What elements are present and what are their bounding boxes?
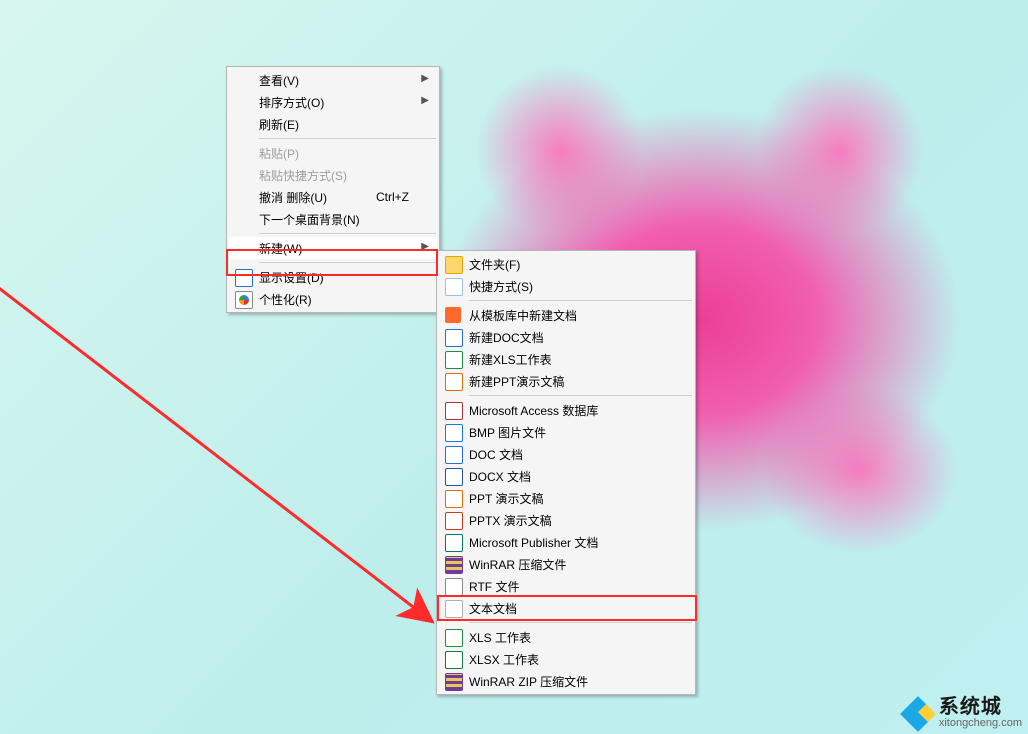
menu-item-label: 新建DOC文档 <box>469 329 665 346</box>
context-menu-item-12[interactable]: 个性化(R) <box>229 288 437 310</box>
new-submenu-item-21[interactable]: WinRAR ZIP 压缩文件 <box>439 670 693 692</box>
rar-icon <box>445 556 463 574</box>
new-submenu-item-8[interactable]: Microsoft Access 数据库 <box>439 399 693 421</box>
new-submenu-item-17[interactable]: 文本文档 <box>439 597 693 619</box>
menu-item-label: Microsoft Access 数据库 <box>469 402 665 419</box>
menu-item-label: WinRAR 压缩文件 <box>469 556 665 573</box>
menu-item-label: PPT 演示文稿 <box>469 490 665 507</box>
menu-item-label: XLS 工作表 <box>469 629 665 646</box>
chevron-right-icon: ▶ <box>421 95 429 106</box>
context-menu-item-7[interactable]: 下一个桌面背景(N) <box>229 208 437 230</box>
menu-item-label: 从模板库中新建文档 <box>469 307 665 324</box>
new-submenu-item-20[interactable]: XLSX 工作表 <box>439 648 693 670</box>
new-submenu-item-11[interactable]: DOCX 文档 <box>439 465 693 487</box>
display-icon <box>235 269 253 287</box>
new-submenu-item-6[interactable]: 新建PPT演示文稿 <box>439 370 693 392</box>
context-menu-item-2[interactable]: 刷新(E) <box>229 113 437 135</box>
new-submenu-item-10[interactable]: DOC 文档 <box>439 443 693 465</box>
txt-icon <box>445 600 463 618</box>
menu-item-label: 快捷方式(S) <box>469 278 665 295</box>
wps-icon <box>445 307 461 323</box>
context-menu-item-0[interactable]: 查看(V) ▶ <box>229 69 437 91</box>
menu-item-label: Microsoft Publisher 文档 <box>469 534 665 551</box>
menu-item-label: XLSX 工作表 <box>469 651 665 668</box>
menu-item-label: 粘贴快捷方式(S) <box>259 167 409 184</box>
rar-icon <box>445 673 463 691</box>
menu-item-label: 下一个桌面背景(N) <box>259 211 409 228</box>
menu-item-label: 个性化(R) <box>259 291 409 308</box>
xls-icon <box>445 351 463 369</box>
menu-item-label: 新建(W) <box>259 240 409 257</box>
menu-item-label: DOC 文档 <box>469 446 665 463</box>
new-submenu-item-15[interactable]: WinRAR 压缩文件 <box>439 553 693 575</box>
docx-icon <box>445 468 463 486</box>
menu-item-label: RTF 文件 <box>469 578 665 595</box>
new-submenu-item-16[interactable]: RTF 文件 <box>439 575 693 597</box>
doc-icon <box>445 446 463 464</box>
watermark-url: xitongcheng.com <box>939 718 1022 730</box>
menu-item-label: 文件夹(F) <box>469 256 665 273</box>
menu-separator <box>259 262 436 263</box>
menu-item-label: 新建PPT演示文稿 <box>469 373 665 390</box>
rtf-icon <box>445 578 463 596</box>
folder-icon <box>445 256 463 274</box>
doc-icon <box>445 329 463 347</box>
context-menu-item-1[interactable]: 排序方式(O) ▶ <box>229 91 437 113</box>
menu-item-label: DOCX 文档 <box>469 468 665 485</box>
xlsx-icon <box>445 651 463 669</box>
menu-item-label: 显示设置(D) <box>259 269 409 286</box>
pptx-icon <box>445 512 463 530</box>
menu-separator <box>469 622 692 623</box>
menu-item-label: 查看(V) <box>259 72 409 89</box>
menu-separator <box>469 395 692 396</box>
menu-item-label: BMP 图片文件 <box>469 424 665 441</box>
new-submenu-item-3[interactable]: 从模板库中新建文档 <box>439 304 693 326</box>
context-menu-item-9[interactable]: 新建(W) ▶ <box>229 237 437 259</box>
context-menu-item-11[interactable]: 显示设置(D) <box>229 266 437 288</box>
xls-icon <box>445 629 463 647</box>
ppt-icon <box>445 490 463 508</box>
chevron-right-icon: ▶ <box>421 241 429 252</box>
menu-separator <box>469 300 692 301</box>
new-submenu-item-9[interactable]: BMP 图片文件 <box>439 421 693 443</box>
menu-item-shortcut: Ctrl+Z <box>376 190 409 204</box>
menu-item-label: 文本文档 <box>469 600 665 617</box>
pers-icon <box>235 291 253 309</box>
new-submenu-item-5[interactable]: 新建XLS工作表 <box>439 348 693 370</box>
new-submenu-item-4[interactable]: 新建DOC文档 <box>439 326 693 348</box>
link-icon <box>445 278 463 296</box>
new-submenu-item-12[interactable]: PPT 演示文稿 <box>439 487 693 509</box>
new-submenu-item-0[interactable]: 文件夹(F) <box>439 253 693 275</box>
ppt-icon <box>445 373 463 391</box>
desktop-context-menu: 查看(V) ▶ 排序方式(O) ▶ 刷新(E) 粘贴(P) 粘贴快捷方式(S) 撤消 删除(U… <box>226 66 440 313</box>
menu-item-label: 粘贴(P) <box>259 145 409 162</box>
menu-item-label: 新建XLS工作表 <box>469 351 665 368</box>
menu-item-label: 刷新(E) <box>259 116 409 133</box>
new-submenu-item-1[interactable]: 快捷方式(S) <box>439 275 693 297</box>
menu-item-label: 排序方式(O) <box>259 94 409 111</box>
watermark-logo <box>903 699 933 729</box>
bmp-icon <box>445 424 463 442</box>
new-submenu-item-14[interactable]: Microsoft Publisher 文档 <box>439 531 693 553</box>
context-menu-item-4: 粘贴(P) <box>229 142 437 164</box>
new-submenu-item-19[interactable]: XLS 工作表 <box>439 626 693 648</box>
context-menu-item-6[interactable]: 撤消 删除(U) Ctrl+Z <box>229 186 437 208</box>
menu-separator <box>259 233 436 234</box>
watermark-title: 系统城 <box>939 697 1022 718</box>
context-menu-item-5: 粘贴快捷方式(S) <box>229 164 437 186</box>
menu-item-label: PPTX 演示文稿 <box>469 512 665 529</box>
menu-item-label: WinRAR ZIP 压缩文件 <box>469 673 665 690</box>
watermark: 系统城 xitongcheng.com <box>903 697 1022 730</box>
chevron-right-icon: ▶ <box>421 73 429 84</box>
new-submenu: 文件夹(F) 快捷方式(S) 从模板库中新建文档新建DOC文档新建XLS工作表新建P… <box>436 250 696 695</box>
pub-icon <box>445 534 463 552</box>
menu-item-label: 撤消 删除(U) <box>259 189 352 206</box>
acc-icon <box>445 402 463 420</box>
menu-separator <box>259 138 436 139</box>
new-submenu-item-13[interactable]: PPTX 演示文稿 <box>439 509 693 531</box>
